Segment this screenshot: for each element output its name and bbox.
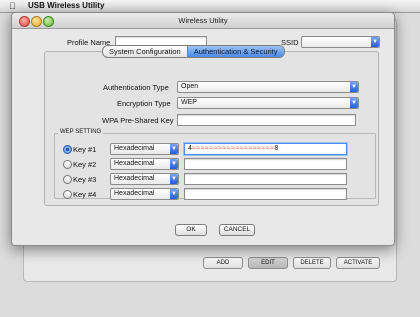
key-1-format-select[interactable]: Hexadecimal ▼	[110, 143, 179, 155]
authentication-type-label: Authentication Type	[103, 83, 169, 92]
wpa-psk-label: WPA Pre-Shared Key	[102, 116, 174, 125]
dialog-title: Wireless Utility	[178, 16, 228, 25]
key-1-input[interactable]: 4≈≈≈≈≈≈≈≈≈≈≈≈≈≈≈≈≈≈≈8	[184, 143, 347, 155]
key-2-label: Key #2	[73, 160, 97, 169]
key-2-format-value: Hexadecimal	[114, 160, 155, 167]
ssid-label: SSID	[281, 38, 299, 47]
chevron-down-icon: ▼	[170, 159, 178, 169]
apple-icon[interactable]: 	[9, 0, 16, 12]
redacted-scribble: ≈≈≈≈≈≈≈≈≈≈≈≈≈≈≈≈≈≈≈	[191, 145, 275, 152]
encryption-type-select[interactable]: WEP ▼	[177, 97, 359, 109]
chevron-down-icon: ▼	[350, 82, 358, 92]
key-3-format-value: Hexadecimal	[114, 175, 155, 182]
key-3-format-select[interactable]: Hexadecimal ▼	[110, 173, 179, 185]
authentication-type-select[interactable]: Open ▼	[177, 81, 359, 93]
chevron-down-icon: ▼	[170, 174, 178, 184]
encryption-type-value: WEP	[181, 99, 197, 106]
tab-authentication-security[interactable]: Authentication & Security	[186, 46, 284, 57]
activate-button[interactable]: ACTIVATE	[336, 257, 380, 269]
key-4-format-value: Hexadecimal	[114, 190, 155, 197]
key-1-format-value: Hexadecimal	[114, 145, 155, 152]
add-button[interactable]: ADD	[203, 257, 243, 269]
key-1-label: Key #1	[73, 145, 97, 154]
key-4-format-select[interactable]: Hexadecimal ▼	[110, 188, 179, 200]
key-2-format-select[interactable]: Hexadecimal ▼	[110, 158, 179, 170]
delete-button[interactable]: DELETE	[293, 257, 331, 269]
key-4-label: Key #4	[73, 190, 97, 199]
tab-bar: System Configuration Authentication & Se…	[102, 45, 285, 58]
wpa-psk-input[interactable]	[177, 114, 356, 126]
key-3-label: Key #3	[73, 175, 97, 184]
ssid-select[interactable]: ▼	[301, 36, 380, 48]
key-2-radio[interactable]	[63, 160, 72, 169]
key-1-radio[interactable]	[63, 145, 72, 154]
key-4-radio[interactable]	[63, 190, 72, 199]
dialog-titlebar: Wireless Utility	[12, 13, 394, 29]
key-2-input[interactable]	[184, 158, 347, 170]
chevron-down-icon: ▼	[350, 98, 358, 108]
encryption-type-label: Encryption Type	[117, 99, 171, 108]
edit-button[interactable]: EDIT	[248, 257, 288, 269]
wep-setting-title: WEP SETTING	[58, 129, 104, 135]
tab-system-configuration[interactable]: System Configuration	[103, 46, 187, 57]
app-name[interactable]: USB Wireless Utility	[28, 0, 104, 12]
chevron-down-icon: ▼	[170, 189, 178, 199]
key-4-input[interactable]	[184, 188, 347, 200]
authentication-type-value: Open	[181, 83, 199, 90]
key-3-input[interactable]	[184, 173, 347, 185]
cancel-button[interactable]: CANCEL	[219, 224, 255, 236]
chevron-down-icon: ▼	[170, 144, 178, 154]
key-3-radio[interactable]	[63, 175, 72, 184]
ok-button[interactable]: OK	[175, 224, 207, 236]
chevron-down-icon: ▼	[371, 37, 379, 47]
key-1-value-end: 8	[274, 145, 279, 152]
